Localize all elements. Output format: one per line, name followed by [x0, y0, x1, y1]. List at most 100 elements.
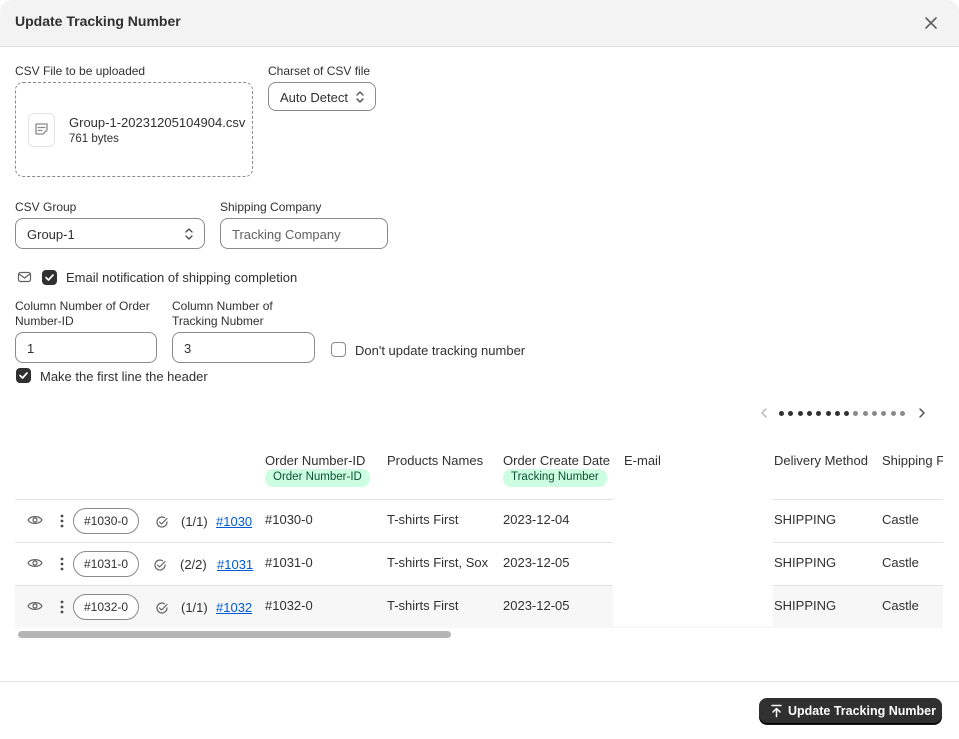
column-header-date: Order Create Date — [503, 453, 610, 468]
order-pill[interactable]: #1031-0 — [73, 551, 140, 577]
shipping-cell: Castle — [882, 555, 919, 570]
first-line-header-checkbox[interactable] — [16, 368, 31, 383]
csv-group-select[interactable]: Group-1 — [15, 218, 205, 249]
products-cell: T-shirts First — [387, 598, 459, 613]
pager-dot[interactable] — [881, 411, 887, 416]
email-column-blank — [613, 499, 773, 626]
order-pill[interactable]: #1030-0 — [73, 508, 140, 534]
charset-label: Charset of CSV file — [268, 64, 371, 78]
charset-select[interactable]: Auto Detect — [268, 82, 376, 111]
column-header-shipping: Shipping F — [882, 453, 943, 468]
order-column-label: Column Number of Order Number-ID — [15, 299, 150, 329]
more-vertical-icon[interactable] — [59, 556, 65, 572]
charset-value: Auto Detect — [280, 90, 348, 105]
dont-update-checkbox[interactable] — [331, 342, 346, 357]
pager-dot[interactable] — [844, 411, 850, 416]
delivery-cell: SHIPPING — [774, 598, 837, 613]
pager-dot[interactable] — [816, 411, 822, 416]
tracking-column-field[interactable] — [172, 332, 315, 363]
horizontal-scrollbar[interactable] — [15, 629, 943, 639]
column-header-email: E-mail — [624, 453, 661, 468]
eye-icon[interactable] — [27, 600, 43, 612]
date-cell: 2023-12-05 — [503, 598, 570, 613]
shipping-cell: Castle — [882, 512, 919, 527]
order-column-field[interactable] — [15, 332, 157, 363]
upload-icon — [771, 704, 782, 718]
tracking-column-input[interactable] — [184, 341, 294, 356]
dialog-header: Update Tracking Number — [0, 0, 959, 47]
update-tracking-button-label: Update Tracking Number — [788, 704, 936, 718]
order-id-cell: #1032-0 — [265, 598, 313, 613]
fulfillment-count: (1/1) — [181, 514, 208, 529]
csv-dropzone[interactable]: Group-1-20231205104904.csv 761 bytes — [15, 82, 253, 177]
select-arrows-icon — [185, 228, 193, 240]
delivery-cell: SHIPPING — [774, 555, 837, 570]
check-circle-icon — [156, 602, 168, 614]
order-column-input[interactable] — [27, 341, 137, 356]
order-column-label-line2: Number-ID — [15, 314, 74, 328]
pager-dot[interactable] — [834, 411, 840, 416]
tracking-column-label-line1: Column Number of — [172, 299, 273, 313]
table-row: #1031-0 (2/2) #1031 #1031-0 T-shirts Fir… — [15, 542, 943, 585]
pager-dot[interactable] — [779, 411, 784, 416]
chevron-left-icon[interactable] — [758, 407, 770, 419]
column-header-order-id: Order Number-ID — [265, 453, 366, 468]
column-pager — [758, 405, 930, 421]
pager-dot[interactable] — [899, 411, 905, 416]
shipping-cell: Castle — [882, 598, 919, 613]
order-id-cell: #1031-0 — [265, 555, 313, 570]
order-id-cell: #1030-0 — [265, 512, 313, 527]
pager-dot[interactable] — [788, 411, 794, 416]
email-notification-label: Email notification of shipping completio… — [66, 270, 298, 285]
pager-dot[interactable] — [825, 411, 831, 416]
preview-table: Order Number-ID Products Names Order Cre… — [15, 440, 943, 640]
chevron-right-icon[interactable] — [916, 407, 928, 419]
csv-group-label: CSV Group — [15, 200, 77, 214]
table-row: #1032-0 (1/1) #1032 #1032-0 T-shirts Fir… — [15, 585, 943, 628]
pager-dot[interactable] — [872, 411, 877, 416]
date-cell: 2023-12-05 — [503, 555, 570, 570]
update-tracking-dialog: Update Tracking Number CSV File to be up… — [0, 0, 959, 739]
fulfillment-count: (1/1) — [181, 600, 208, 615]
column-header-delivery: Delivery Method — [774, 453, 868, 468]
pager-dot[interactable] — [890, 411, 896, 416]
pager-dot[interactable] — [797, 411, 803, 416]
upload-label: CSV File to be uploaded — [15, 64, 146, 78]
check-circle-icon — [154, 559, 166, 571]
shipping-company-label: Shipping Company — [220, 200, 322, 214]
first-line-header-label: Make the first line the header — [40, 369, 208, 384]
order-pill[interactable]: #1032-0 — [73, 594, 140, 620]
order-link[interactable]: #1031 — [217, 557, 253, 572]
more-vertical-icon[interactable] — [59, 513, 65, 529]
pager-dot[interactable] — [862, 411, 868, 416]
csv-group-value: Group-1 — [27, 227, 75, 242]
check-circle-icon — [156, 516, 168, 528]
order-number-badge: Order Number-ID — [265, 469, 370, 487]
eye-icon[interactable] — [27, 514, 43, 526]
footer-divider — [0, 681, 959, 682]
column-header-products: Products Names — [387, 453, 484, 468]
file-name: Group-1-20231205104904.csv — [69, 115, 246, 130]
dialog-title: Update Tracking Number — [15, 13, 181, 29]
pager-dot[interactable] — [806, 411, 812, 416]
order-link[interactable]: #1030 — [216, 514, 252, 529]
mail-icon — [17, 271, 32, 283]
shipping-company-field[interactable] — [220, 218, 388, 249]
scrollbar-thumb[interactable] — [18, 631, 451, 638]
order-link[interactable]: #1032 — [216, 600, 252, 615]
email-notification-checkbox[interactable] — [42, 270, 57, 285]
more-vertical-icon[interactable] — [59, 599, 65, 615]
order-column-label-line1: Column Number of Order — [15, 299, 150, 313]
table-row: #1030-0 (1/1) #1030 #1030-0 T-shirts Fir… — [15, 499, 943, 542]
pager-dot[interactable] — [853, 411, 859, 416]
shipping-company-input[interactable] — [232, 227, 362, 242]
file-thumbnail — [28, 113, 55, 147]
tracking-number-badge: Tracking Number — [503, 469, 607, 487]
file-icon — [35, 123, 48, 135]
close-icon — [925, 17, 937, 29]
checkmark-icon — [45, 274, 54, 281]
dont-update-label: Don't update tracking number — [355, 343, 526, 358]
close-button[interactable] — [921, 13, 941, 33]
update-tracking-button[interactable]: Update Tracking Number — [759, 698, 942, 724]
eye-icon[interactable] — [27, 557, 43, 569]
